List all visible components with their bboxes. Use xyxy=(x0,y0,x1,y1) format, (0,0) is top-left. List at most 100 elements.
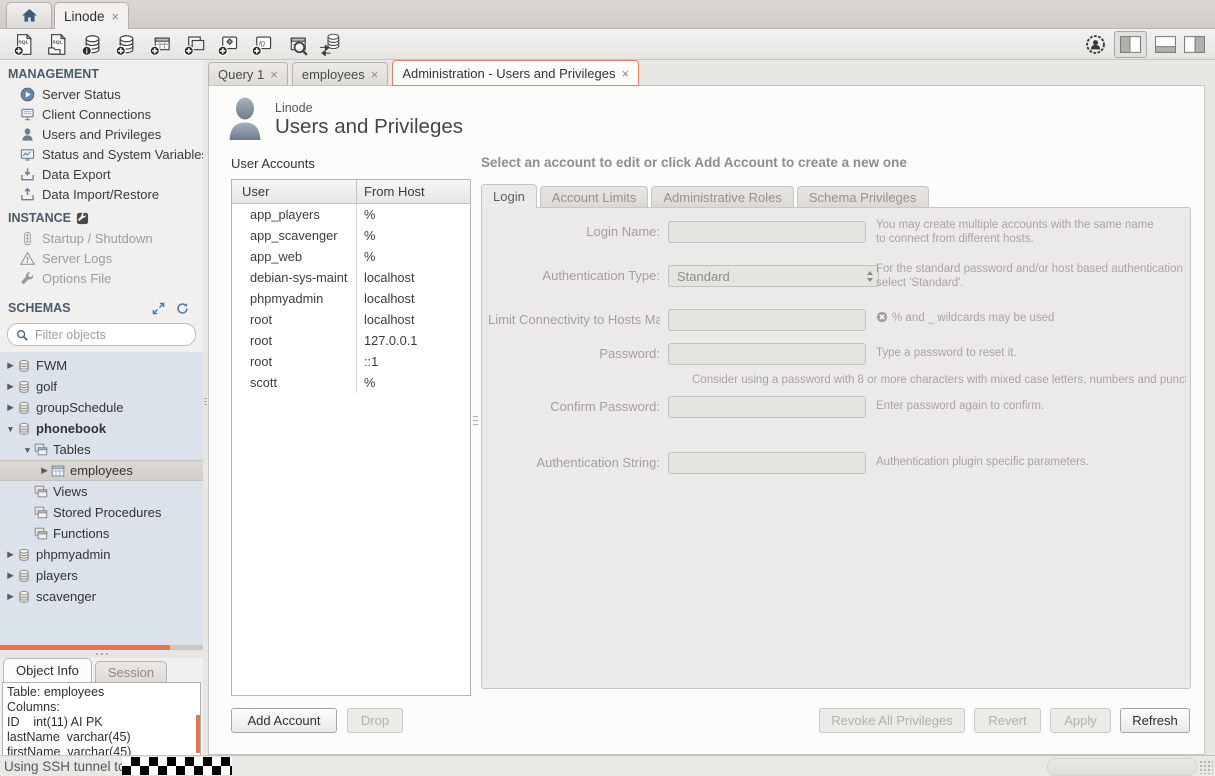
tree-item-phpmyadmin[interactable]: ▶phpmyadmin xyxy=(0,544,203,565)
account-row[interactable]: root::1 xyxy=(232,351,470,372)
password-input[interactable] xyxy=(668,343,866,365)
apply-button[interactable]: Apply xyxy=(1050,708,1111,733)
home-tab[interactable] xyxy=(6,2,52,28)
object-info-scrollbar[interactable] xyxy=(196,715,200,753)
tab-schema-privileges[interactable]: Schema Privileges xyxy=(797,186,929,207)
resize-grip[interactable] xyxy=(1199,760,1213,774)
tab-administration-users-privileges[interactable]: Administration - Users and Privileges × xyxy=(392,60,639,86)
tree-toggle-icon[interactable]: ▶ xyxy=(4,381,17,392)
tab-login[interactable]: Login xyxy=(481,184,537,208)
tree-item-stored-procedures[interactable]: Stored Procedures xyxy=(0,502,203,523)
toolbar-create-view-button[interactable] xyxy=(178,31,210,58)
filter-input[interactable] xyxy=(33,327,187,343)
accounts-editor-splitter[interactable] xyxy=(473,416,478,427)
tree-hscrollbar[interactable] xyxy=(0,645,203,650)
account-row[interactable]: phpmyadminlocalhost xyxy=(232,288,470,309)
tab-object-info[interactable]: Object Info xyxy=(3,658,92,682)
tab-employees[interactable]: employees × xyxy=(292,62,388,85)
login-name-input[interactable] xyxy=(668,221,866,243)
sidebar-item-server-logs[interactable]: Server Logs xyxy=(0,248,203,268)
tree-toggle-icon[interactable]: ▶ xyxy=(4,402,17,413)
sidebar-item-startup-shutdown[interactable]: Startup / Shutdown xyxy=(0,228,203,248)
sidebar-item-client-connections[interactable]: Client Connections xyxy=(0,104,203,124)
confirm-password-input[interactable] xyxy=(668,396,866,418)
limit-hosts-label: Limit Connectivity to Hosts Match xyxy=(488,309,660,331)
tree-hscrollbar-thumb[interactable] xyxy=(0,645,170,650)
tree-item-fwm[interactable]: ▶FWM xyxy=(0,355,203,376)
window-tab-bar: Linode × xyxy=(0,0,1215,29)
add-account-button[interactable]: Add Account xyxy=(231,708,337,733)
sidebar-item-status-and-system-variables[interactable]: Status and System Variables xyxy=(0,144,203,164)
account-row[interactable]: app_players% xyxy=(232,204,470,225)
toggle-sidebar-button[interactable] xyxy=(1114,31,1147,58)
close-icon[interactable]: × xyxy=(621,67,629,80)
sidebar-item-users-and-privileges[interactable]: Users and Privileges xyxy=(0,124,203,144)
user-accounts-table: User From Host app_players%app_scavenger… xyxy=(231,179,471,696)
close-icon[interactable]: × xyxy=(270,68,278,81)
auth-string-input[interactable] xyxy=(668,452,866,474)
toolbar-reconnect-button[interactable] xyxy=(314,31,346,58)
tree-item-scavenger[interactable]: ▶scavenger xyxy=(0,586,203,607)
tree-item-golf[interactable]: ▶golf xyxy=(0,376,203,397)
close-icon[interactable]: × xyxy=(371,68,379,81)
toolbar-search-data-button[interactable] xyxy=(280,31,312,58)
account-row[interactable]: app_web% xyxy=(232,246,470,267)
tab-account-limits[interactable]: Account Limits xyxy=(540,186,649,207)
tree-toggle-icon[interactable]: ▼ xyxy=(4,424,17,434)
revert-button[interactable]: Revert xyxy=(974,708,1041,733)
account-row[interactable]: rootlocalhost xyxy=(232,309,470,330)
account-row[interactable]: scott% xyxy=(232,372,470,393)
connection-tab-linode[interactable]: Linode × xyxy=(54,2,129,29)
enterprise-button[interactable] xyxy=(1085,34,1106,55)
tab-session[interactable]: Session xyxy=(95,661,167,682)
tree-toggle-icon[interactable]: ▶ xyxy=(4,591,17,602)
sidebar-item-options-file[interactable]: Options File xyxy=(0,268,203,288)
tree-item-players[interactable]: ▶players xyxy=(0,565,203,586)
toolbar-open-sql-file-button[interactable]: SQL xyxy=(42,31,74,58)
account-row[interactable]: app_scavenger% xyxy=(232,225,470,246)
tree-toggle-icon[interactable]: ▶ xyxy=(4,570,17,581)
toggle-output-button[interactable] xyxy=(1155,35,1176,54)
column-header-from-host[interactable]: From Host xyxy=(357,180,470,203)
account-row[interactable]: root127.0.0.1 xyxy=(232,330,470,351)
status-scrollbar[interactable] xyxy=(1047,758,1197,776)
sidebar-item-data-import-restore[interactable]: Data Import/Restore xyxy=(0,184,203,204)
toggle-secondary-sidebar-button[interactable] xyxy=(1184,35,1205,54)
sidebar-horizontal-splitter[interactable] xyxy=(0,650,203,658)
tab-query-1[interactable]: Query 1 × xyxy=(208,62,288,85)
tree-toggle-icon[interactable]: ▶ xyxy=(4,549,17,560)
drop-button[interactable]: Drop xyxy=(347,708,403,733)
sidebar-item-data-export[interactable]: Data Export xyxy=(0,164,203,184)
toolbar-schema-inspector-button[interactable]: i xyxy=(76,31,108,58)
tree-item-views[interactable]: Views xyxy=(0,481,203,502)
toggle-secondary-icon xyxy=(1184,35,1205,54)
account-row[interactable]: debian-sys-maintlocalhost xyxy=(232,267,470,288)
tree-item-groupschedule[interactable]: ▶groupSchedule xyxy=(0,397,203,418)
tree-toggle-icon[interactable]: ▶ xyxy=(38,465,51,476)
tree-item-employees[interactable]: ▶employees xyxy=(0,460,203,481)
page-title: Users and Privileges xyxy=(275,115,463,139)
column-header-user[interactable]: User xyxy=(232,180,357,203)
refresh-schemas-icon[interactable] xyxy=(176,302,189,315)
tree-toggle-icon[interactable]: ▼ xyxy=(21,445,34,455)
sidebar-item-label: Server Logs xyxy=(42,251,112,266)
server-status-icon xyxy=(20,87,35,102)
expand-schemas-icon[interactable] xyxy=(152,302,165,315)
toolbar-create-schema-button[interactable] xyxy=(110,31,142,58)
client-connections-icon xyxy=(20,107,35,122)
sidebar-item-server-status[interactable]: Server Status xyxy=(0,84,203,104)
auth-type-select[interactable]: Standard xyxy=(668,265,879,287)
toolbar-new-query-button[interactable]: SQL xyxy=(8,31,40,58)
tree-item-tables[interactable]: ▼Tables xyxy=(0,439,203,460)
toolbar-create-procedure-button[interactable] xyxy=(212,31,244,58)
close-icon[interactable]: × xyxy=(112,10,120,23)
toolbar-create-table-button[interactable] xyxy=(144,31,176,58)
tree-item-functions[interactable]: Functions xyxy=(0,523,203,544)
limit-hosts-input[interactable] xyxy=(668,309,866,331)
tree-item-phonebook[interactable]: ▼phonebook xyxy=(0,418,203,439)
tab-administrative-roles[interactable]: Administrative Roles xyxy=(651,186,794,207)
tree-toggle-icon[interactable]: ▶ xyxy=(4,360,17,371)
revoke-all-privileges-button[interactable]: Revoke All Privileges xyxy=(819,708,965,733)
toolbar-create-function-button[interactable]: f() xyxy=(246,31,278,58)
refresh-button[interactable]: Refresh xyxy=(1120,708,1190,733)
